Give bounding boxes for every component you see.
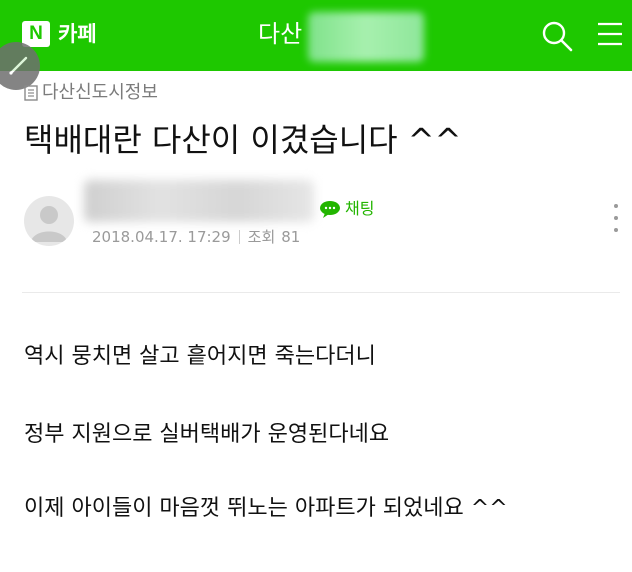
- content-divider: [22, 292, 620, 293]
- search-icon[interactable]: [541, 20, 573, 52]
- post-date: 2018.04.17. 17:29: [92, 228, 231, 246]
- cafe-service-label[interactable]: 카페: [58, 20, 97, 48]
- post-body-line: 역시 뭉치면 살고 흩어지면 죽는다더니: [24, 344, 376, 369]
- naver-logo[interactable]: N: [22, 21, 50, 47]
- chat-button[interactable]: 채팅: [319, 198, 374, 220]
- post-body-line: 정부 지원으로 실버택배가 운영된다네요: [24, 422, 390, 447]
- post-title: 택배대란 다산이 이겼습니다 ^^: [24, 121, 462, 159]
- board-icon: [24, 85, 38, 101]
- post-body-line: 이제 아이들이 마음껏 뛰노는 아파트가 되었네요 ^^: [24, 496, 508, 521]
- views-count: 81: [281, 228, 301, 246]
- views-label: 조회: [247, 228, 276, 246]
- avatar[interactable]: [24, 196, 74, 246]
- more-icon[interactable]: [612, 204, 620, 238]
- chat-label: 채팅: [345, 199, 375, 218]
- board-name[interactable]: 다산신도시정보: [42, 81, 158, 105]
- meta-divider: [238, 230, 240, 244]
- author-name-redacted: [84, 180, 314, 222]
- pencil-icon: [9, 56, 28, 75]
- post-meta: 2018.04.17. 17:29 조회 81: [92, 226, 300, 248]
- board-breadcrumb[interactable]: 다산신도시정보: [24, 79, 158, 107]
- default-avatar-icon: [31, 206, 67, 242]
- cafe-name[interactable]: 다산: [258, 18, 302, 50]
- chat-icon: [320, 201, 340, 218]
- top-navigation-bar: N 카페 다산: [0, 0, 632, 71]
- cafe-name-redacted: [308, 12, 424, 62]
- menu-icon[interactable]: [597, 20, 623, 48]
